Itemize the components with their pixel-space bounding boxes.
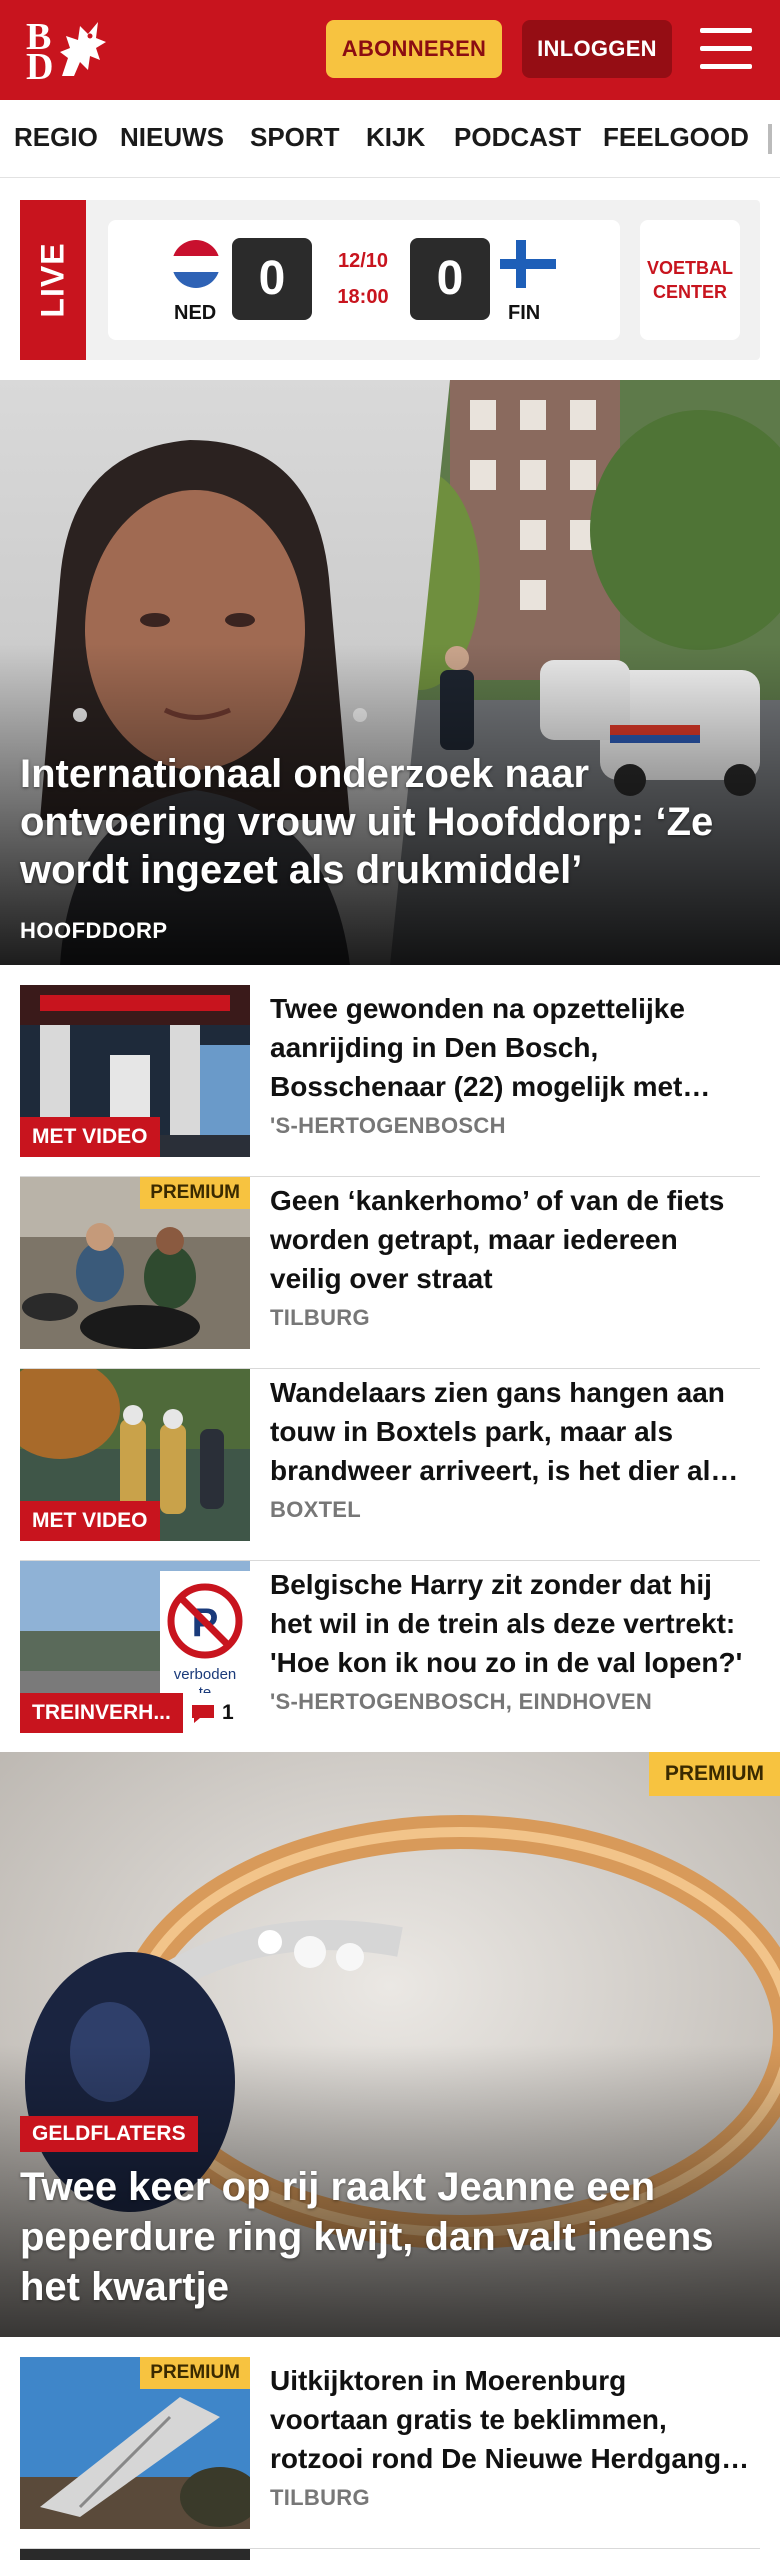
article-thumbnail: P verboden te TREINVERH... 1 (20, 1561, 250, 1733)
hero-title[interactable]: Internationaal onderzoek naar ontvoering… (20, 750, 760, 894)
premium-badge: PREMIUM (140, 1177, 250, 1209)
menu-icon[interactable] (700, 26, 752, 72)
subscribe-button[interactable]: ABONNEREN (326, 20, 502, 78)
featured-premium-article[interactable]: PREMIUM GELDFLATERS Twee keer op rij raa… (0, 1752, 780, 2337)
netherlands-flag-icon (172, 240, 220, 288)
live-tag: LIVE (20, 200, 86, 360)
article-thumbnail: MET VIDEO (20, 1369, 250, 1541)
next-article-thumbnail (20, 2549, 250, 2560)
premium-badge: PREMIUM (648, 1752, 780, 1796)
article-thumbnail: PREMIUM (20, 1177, 250, 1349)
list-item[interactable]: PREMIUM Geen ‘kankerhomo’ of van de fiet… (20, 1177, 760, 1369)
away-score: 0 (410, 238, 490, 320)
match-card[interactable]: NED 0 12/10 18:00 0 FIN (108, 220, 620, 340)
next-article-peek (270, 2549, 740, 2560)
article-title[interactable]: Twee gewonden na opzettelijke aanrijding… (270, 989, 750, 1106)
article-title[interactable]: Belgische Harry zit zonder dat hij het w… (270, 1565, 750, 1682)
login-button[interactable]: INLOGGEN (522, 20, 672, 78)
live-label: LIVE (34, 242, 71, 318)
premium-badge: PREMIUM (140, 2357, 250, 2389)
voetbal-center-line2: CENTER (652, 282, 727, 302)
finland-flag-icon (500, 240, 556, 288)
article-location: BOXTEL (270, 1497, 362, 1522)
match-date: 12/10 (337, 250, 389, 272)
article-location: 'S-HERTOGENBOSCH, EINDHOVEN (270, 1689, 653, 1714)
article-title[interactable]: Wandelaars zien gans hangen aan touw in … (270, 1373, 750, 1490)
article-location: 'S-HERTOGENBOSCH (270, 1113, 506, 1138)
logo-letter-d: D (26, 46, 54, 88)
category-badge: TREINVERH... (20, 1693, 183, 1733)
comment-count-value: 1 (222, 1701, 234, 1724)
match-time: 18:00 (337, 286, 389, 308)
hero-location: HOOFDDORP (20, 918, 168, 943)
voetbal-center-line1: VOETBAL (646, 258, 733, 278)
nav-item-sport[interactable]: SPORT (250, 122, 340, 153)
video-badge: MET VIDEO (20, 1501, 160, 1541)
svg-text:verboden: verboden (174, 1666, 237, 1683)
nav-item-kijk[interactable]: KIJK (366, 122, 425, 153)
nav-item-podcast[interactable]: PODCAST (454, 122, 581, 153)
article-location: TILBURG (270, 2485, 370, 2510)
comment-count[interactable]: 1 (186, 1693, 250, 1733)
category-badge: GELDFLATERS (20, 2116, 198, 2152)
nav-overflow-indicator (768, 124, 772, 154)
featured-title[interactable]: Twee keer op rij raakt Jeanne een peperd… (20, 2162, 760, 2312)
article-location: TILBURG (270, 1305, 370, 1330)
live-score-widget: LIVE NED 0 12/10 18:00 0 FIN VOETBAL CEN… (20, 200, 760, 360)
article-title[interactable]: Geen ‘kankerhomo’ of van de fiets worden… (270, 1181, 750, 1298)
list-item[interactable]: MET VIDEO Twee gewonden na opzettelijke … (20, 985, 760, 1177)
home-score: 0 (232, 238, 312, 320)
nav-item-feelgood[interactable]: FEELGOOD (603, 122, 749, 153)
site-header: B D ABONNEREN INLOGGEN (0, 0, 780, 100)
voetbal-center-button[interactable]: VOETBAL CENTER (640, 220, 740, 340)
bd-logo[interactable]: B D (26, 18, 116, 88)
video-badge: MET VIDEO (20, 1117, 160, 1157)
article-thumbnail: PREMIUM (20, 2357, 250, 2529)
hero-article[interactable]: Internationaal onderzoek naar ontvoering… (0, 380, 780, 965)
nav-item-nieuws[interactable]: NIEUWS (120, 122, 224, 153)
article-thumbnail: MET VIDEO (20, 985, 250, 1157)
comment-icon (192, 1705, 214, 1723)
home-team-label: NED (174, 302, 217, 324)
section-nav: REGIO NIEUWS SPORT KIJK PODCAST FEELGOOD (0, 100, 780, 178)
dragon-icon (60, 22, 106, 76)
article-title[interactable]: Uitkijktoren in Moerenburg voortaan grat… (270, 2361, 750, 2478)
away-team-label: FIN (508, 302, 541, 324)
list-item[interactable]: MET VIDEO Wandelaars zien gans hangen aa… (20, 1369, 760, 1561)
list-item[interactable]: P verboden te TREINVERH... 1 Belgische H… (20, 1561, 760, 1753)
nav-item-regio[interactable]: REGIO (14, 122, 98, 153)
list-item[interactable]: PREMIUM Uitkijktoren in Moerenburg voort… (20, 2357, 760, 2549)
